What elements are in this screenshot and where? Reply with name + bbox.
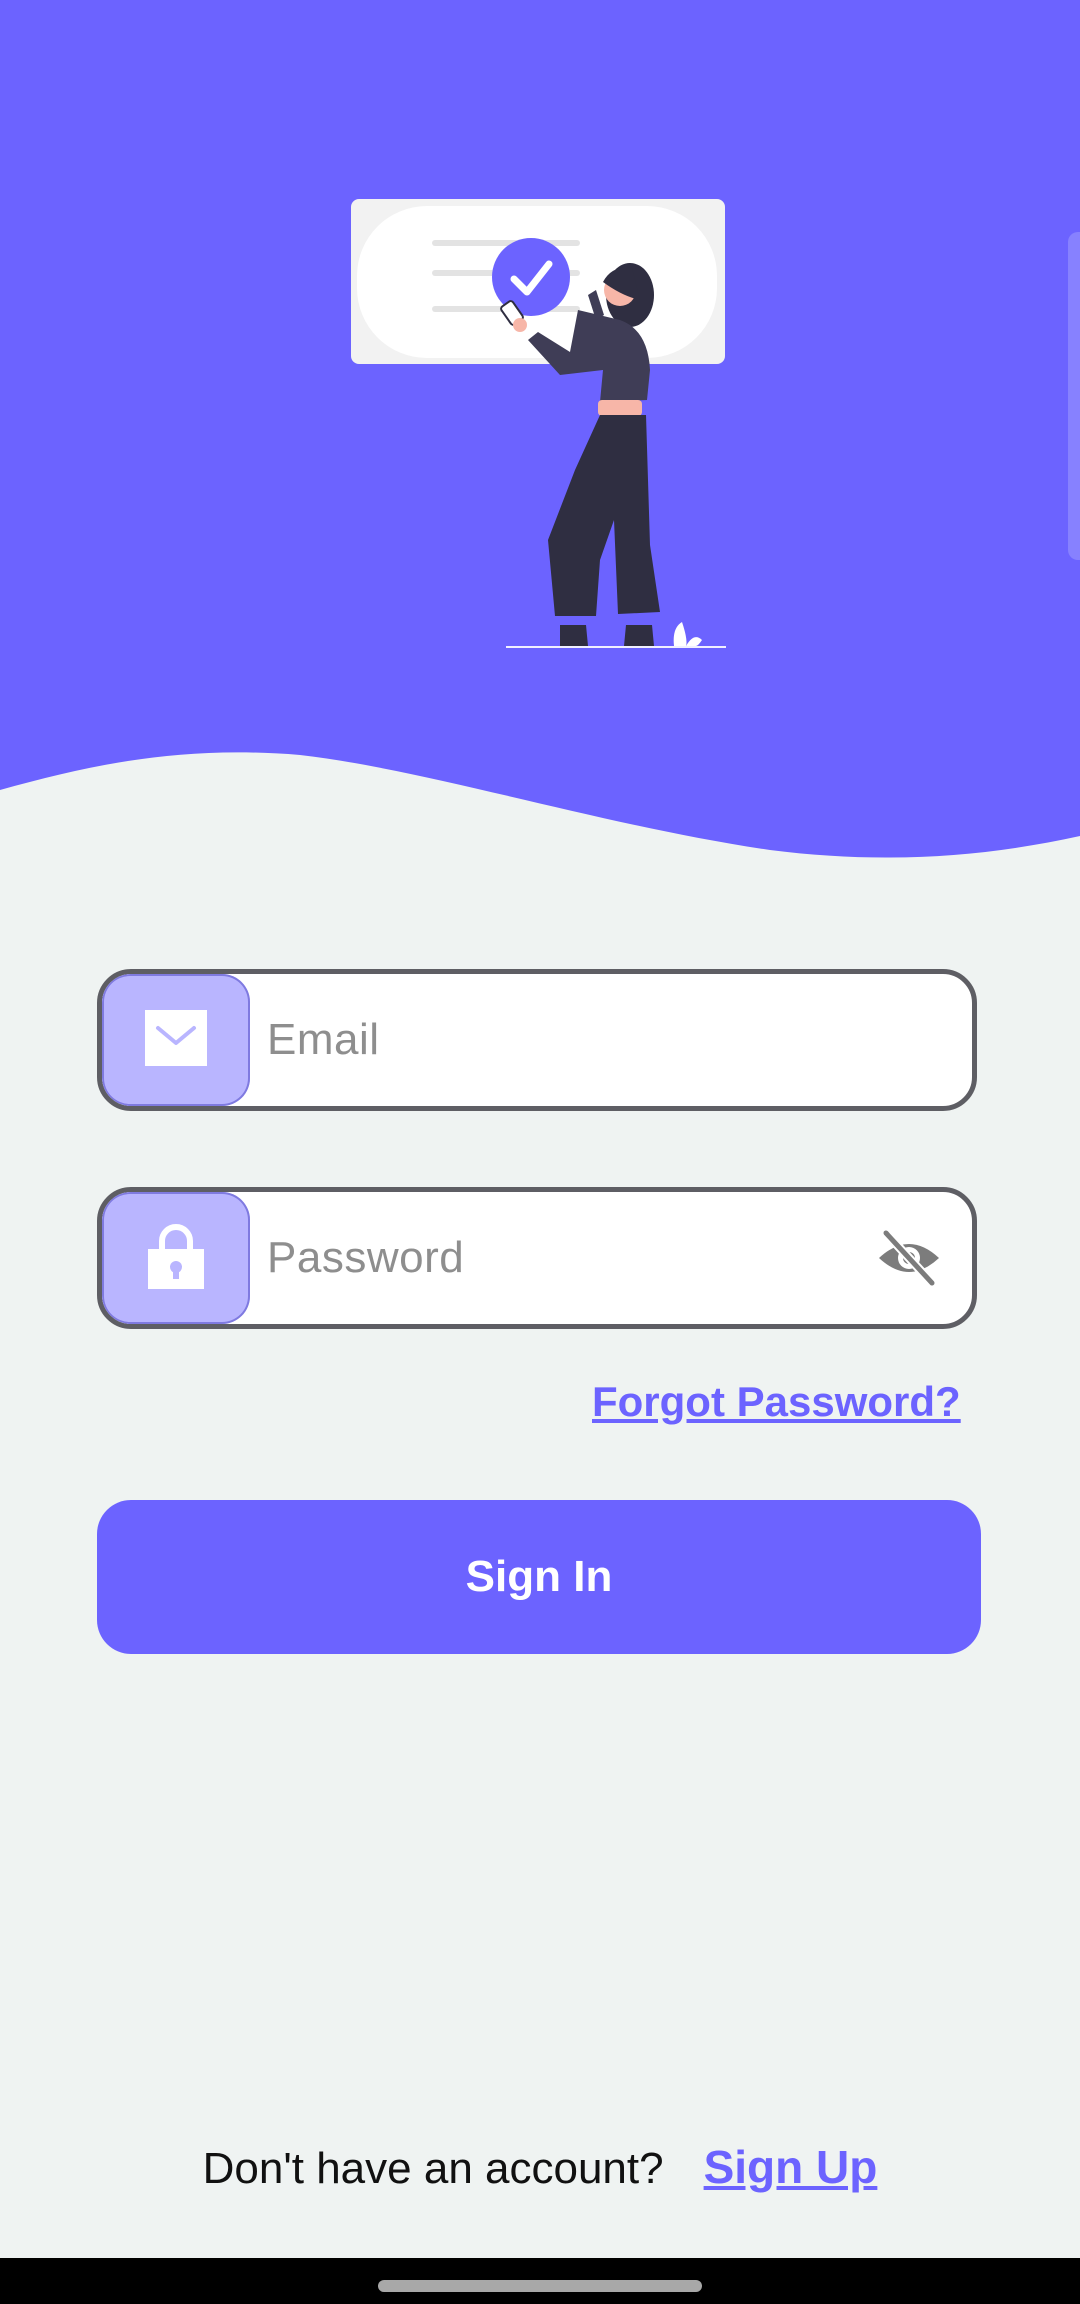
edge-panel-handle[interactable] <box>1068 232 1080 560</box>
eye-off-icon[interactable] <box>876 1192 942 1324</box>
email-placeholder: Email <box>267 1015 380 1064</box>
sign-up-link[interactable]: Sign Up <box>704 2140 878 2194</box>
lock-icon <box>147 1223 205 1294</box>
system-navigation-bar <box>0 2258 1080 2304</box>
forgot-password-link[interactable]: Forgot Password? <box>592 1378 961 1426</box>
password-placeholder: Password <box>267 1233 465 1282</box>
email-icon-box <box>102 974 250 1106</box>
envelope-icon <box>145 1009 207 1071</box>
password-icon-box <box>102 1192 250 1324</box>
home-gesture-handle[interactable] <box>378 2280 702 2292</box>
hero-illustration <box>0 0 1080 858</box>
sign-up-prompt: Don't have an account? Sign Up <box>0 2140 1080 2194</box>
no-account-text: Don't have an account? <box>202 2144 664 2193</box>
sign-in-button[interactable]: Sign In <box>97 1500 981 1654</box>
email-field[interactable]: Email <box>97 969 977 1111</box>
hero-banner <box>0 0 1080 870</box>
password-field[interactable]: Password <box>97 1187 977 1329</box>
